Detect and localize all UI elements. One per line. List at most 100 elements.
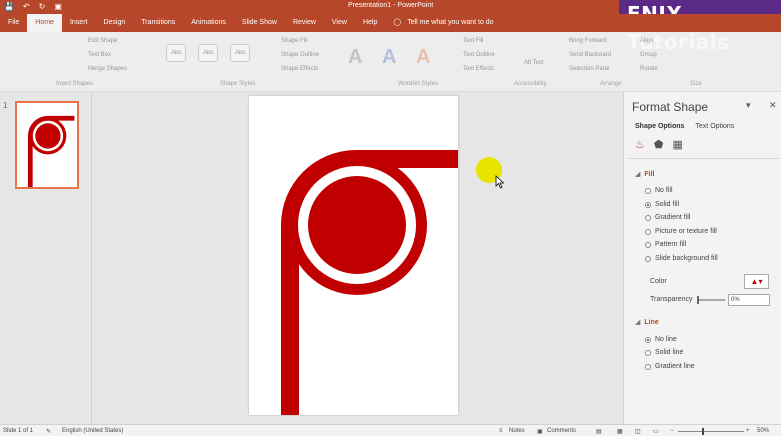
spellcheck-icon[interactable]: ✎ [46, 428, 51, 435]
radio-solid-line-dot [645, 349, 651, 356]
bring-forward-button[interactable]: Bring Forward [569, 38, 607, 44]
tab-slide-show[interactable]: Slide Show [234, 14, 285, 32]
save-icon[interactable]: 💾 [4, 2, 14, 11]
tab-help[interactable]: Help [355, 14, 385, 32]
shape-style-2[interactable]: Abc [198, 44, 218, 62]
wordart-style-3[interactable]: A [416, 46, 430, 69]
status-bar: Slide 1 of 1 ✎ English (United States) ≡… [0, 424, 781, 436]
format-subtabs: Shape Options Text Options [635, 123, 734, 130]
radio-pattern-fill-dot [645, 241, 651, 248]
edit-shape-button[interactable]: Edit Shape [88, 38, 117, 44]
notes-icon: ≡ [499, 428, 503, 434]
wordart-style-1[interactable]: A [348, 46, 362, 69]
tell-me-label: Tell me what you want to do [407, 19, 494, 26]
tell-me-box[interactable]: ◯ Tell me what you want to do [385, 14, 493, 32]
wordart-styles-group-label: WordArt Styles [398, 81, 438, 87]
shape-outline-button[interactable]: Shape Outline [281, 52, 319, 58]
radio-slide-background-fill[interactable]: Slide background fill [645, 255, 718, 262]
radio-gradient-line-dot [645, 363, 651, 370]
shape-effects-button[interactable]: Shape Effects [281, 66, 318, 72]
notes-button[interactable]: Notes [509, 428, 525, 434]
shape-style-3-label: Abc [235, 50, 246, 56]
size-group-label: Size [690, 81, 702, 87]
wordart-style-2[interactable]: A [382, 46, 396, 69]
chevron-down-icon[interactable]: ▾ [746, 100, 751, 111]
tab-view[interactable]: View [324, 14, 355, 32]
slideshow-view-icon[interactable]: ▭ [653, 428, 659, 435]
redo-icon[interactable]: ↻ [39, 2, 46, 11]
align-button[interactable]: Align [640, 38, 653, 44]
fill-section-header[interactable]: ◢ Fill [635, 170, 655, 178]
comments-button[interactable]: Comments [547, 428, 576, 434]
radio-solid-fill-dot [645, 201, 651, 208]
tab-file[interactable]: File [0, 14, 27, 32]
text-outline-button[interactable]: Text Outline [463, 52, 495, 58]
slide-thumbnail[interactable] [15, 101, 79, 189]
reading-view-icon[interactable]: ◫ [635, 428, 641, 435]
transparency-slider[interactable] [697, 296, 725, 304]
merge-shapes-button[interactable]: Merge Shapes [88, 66, 127, 72]
radio-solid-line-label: Solid line [655, 349, 684, 356]
zoom-out-icon[interactable]: − [670, 428, 674, 434]
undo-icon[interactable]: ↶ [23, 2, 30, 11]
collapse-triangle-icon: ◢ [635, 171, 641, 178]
zoom-slider[interactable] [678, 428, 744, 435]
format-shape-pane: Format Shape ▾ ✕ Shape Options Text Opti… [623, 92, 781, 424]
shape-style-3[interactable]: Abc [230, 44, 250, 62]
fill-line-icon[interactable]: ♨ [635, 138, 645, 151]
slide-sorter-icon[interactable]: ▦ [617, 428, 623, 435]
size-properties-icon[interactable]: ▦ [672, 138, 682, 151]
language-status[interactable]: English (United States) [62, 428, 123, 434]
transparency-input[interactable]: 0% [728, 294, 770, 306]
radio-no-line[interactable]: No line [645, 336, 677, 343]
text-effects-button[interactable]: Text Effects [463, 66, 494, 72]
zoom-level[interactable]: 50% [757, 428, 769, 434]
tab-insert[interactable]: Insert [62, 14, 96, 32]
logo-shape[interactable] [249, 96, 458, 415]
close-icon[interactable]: ✕ [769, 100, 777, 111]
paint-bucket-icon: ▲▾ [750, 277, 763, 286]
tab-home[interactable]: Home [27, 14, 62, 32]
arrange-group-label: Arrange [600, 81, 622, 87]
collapse-triangle-icon: ◢ [635, 319, 641, 326]
tab-shape-options[interactable]: Shape Options [635, 123, 684, 130]
tab-animations[interactable]: Animations [183, 14, 234, 32]
radio-no-fill[interactable]: No fill [645, 187, 673, 194]
shape-style-1[interactable]: Abc [166, 44, 186, 62]
tab-design[interactable]: Design [95, 14, 133, 32]
tab-transitions[interactable]: Transitions [133, 14, 183, 32]
alt-text-button[interactable]: Alt Text [524, 60, 544, 66]
normal-view-icon[interactable]: ▤ [596, 428, 602, 435]
shape-fill-button[interactable]: Shape Fill [281, 38, 308, 44]
comments-icon: ▣ [537, 429, 543, 435]
rotate-button[interactable]: Rotate [640, 66, 658, 72]
zoom-in-icon[interactable]: + [746, 428, 750, 434]
radio-picture-fill[interactable]: Picture or texture fill [645, 228, 717, 235]
line-section-header[interactable]: ◢ Line [635, 318, 659, 326]
radio-solid-fill-label: Solid fill [655, 201, 680, 208]
thumbnail-logo-shape [27, 115, 75, 187]
radio-gradient-line[interactable]: Gradient line [645, 363, 695, 370]
fill-color-button[interactable]: ▲▾ [744, 274, 769, 289]
radio-gradient-fill-label: Gradient fill [655, 214, 691, 221]
window-title: Presentation1 - PowerPoint [348, 2, 434, 9]
radio-no-fill-label: No fill [655, 187, 673, 194]
tab-review[interactable]: Review [285, 14, 324, 32]
radio-no-fill-dot [645, 187, 651, 194]
radio-pattern-fill[interactable]: Pattern fill [645, 241, 686, 248]
radio-solid-line[interactable]: Solid line [645, 349, 683, 356]
radio-gradient-fill[interactable]: Gradient fill [645, 214, 690, 221]
send-backward-button[interactable]: Send Backward [569, 52, 611, 58]
slideshow-icon[interactable]: ▣ [54, 2, 62, 11]
radio-no-line-dot [645, 336, 651, 343]
slide[interactable] [249, 96, 458, 415]
lightbulb-icon: ◯ [393, 19, 402, 26]
tab-text-options[interactable]: Text Options [695, 123, 734, 130]
radio-solid-fill[interactable]: Solid fill [645, 201, 679, 208]
shape-style-1-label: Abc [171, 50, 182, 56]
text-fill-button[interactable]: Text Fill [463, 38, 483, 44]
text-box-button[interactable]: Text Box [88, 52, 111, 58]
effects-icon[interactable]: ⬟ [654, 138, 664, 151]
group-button[interactable]: Group [640, 52, 657, 58]
selection-pane-button[interactable]: Selection Pane [569, 66, 609, 72]
